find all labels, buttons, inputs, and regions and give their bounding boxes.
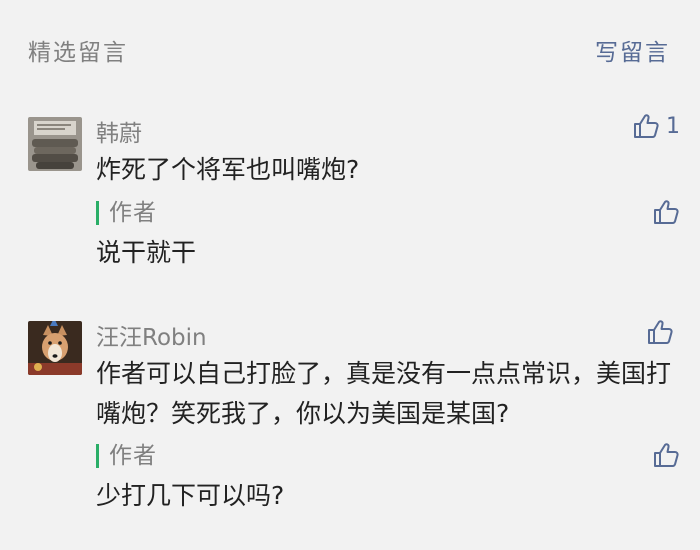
thumbs-up-icon xyxy=(634,114,659,138)
avatar[interactable] xyxy=(28,117,82,171)
comment-nickname: 韩蔚 xyxy=(96,121,142,147)
author-reply-content: 少打几下可以吗? xyxy=(96,481,285,510)
thumbs-up-icon xyxy=(654,200,679,224)
avatar[interactable] xyxy=(28,321,82,375)
dog-photo-avatar-icon xyxy=(28,321,82,375)
author-reply-label: 作者 xyxy=(96,444,157,468)
author-reply-label: 作者 xyxy=(96,201,157,225)
like-button[interactable] xyxy=(646,318,680,346)
thumbs-up-icon xyxy=(648,320,673,344)
stacked-items-photo-avatar-icon xyxy=(28,117,82,171)
comments-header: 精选留言 写留言 xyxy=(0,0,700,96)
comment-nickname: 汪汪Robin xyxy=(96,325,207,351)
featured-comments-title: 精选留言 xyxy=(28,40,128,66)
comment-content: 炸死了个将军也叫嘴炮? xyxy=(96,155,360,184)
like-count: 1 xyxy=(666,113,680,139)
like-button[interactable]: 1 xyxy=(632,112,680,140)
author-reply-content: 说干就干 xyxy=(96,238,197,267)
comment-content: 作者可以自己打脸了，真是没有一点点常识，美国打嘴炮？笑死我了，你以为美国是某国? xyxy=(96,359,672,428)
reply-like-button[interactable] xyxy=(652,198,680,226)
thumbs-up-icon xyxy=(654,443,679,467)
reply-like-button[interactable] xyxy=(652,441,680,469)
write-comment-link[interactable]: 写留言 xyxy=(595,33,670,67)
